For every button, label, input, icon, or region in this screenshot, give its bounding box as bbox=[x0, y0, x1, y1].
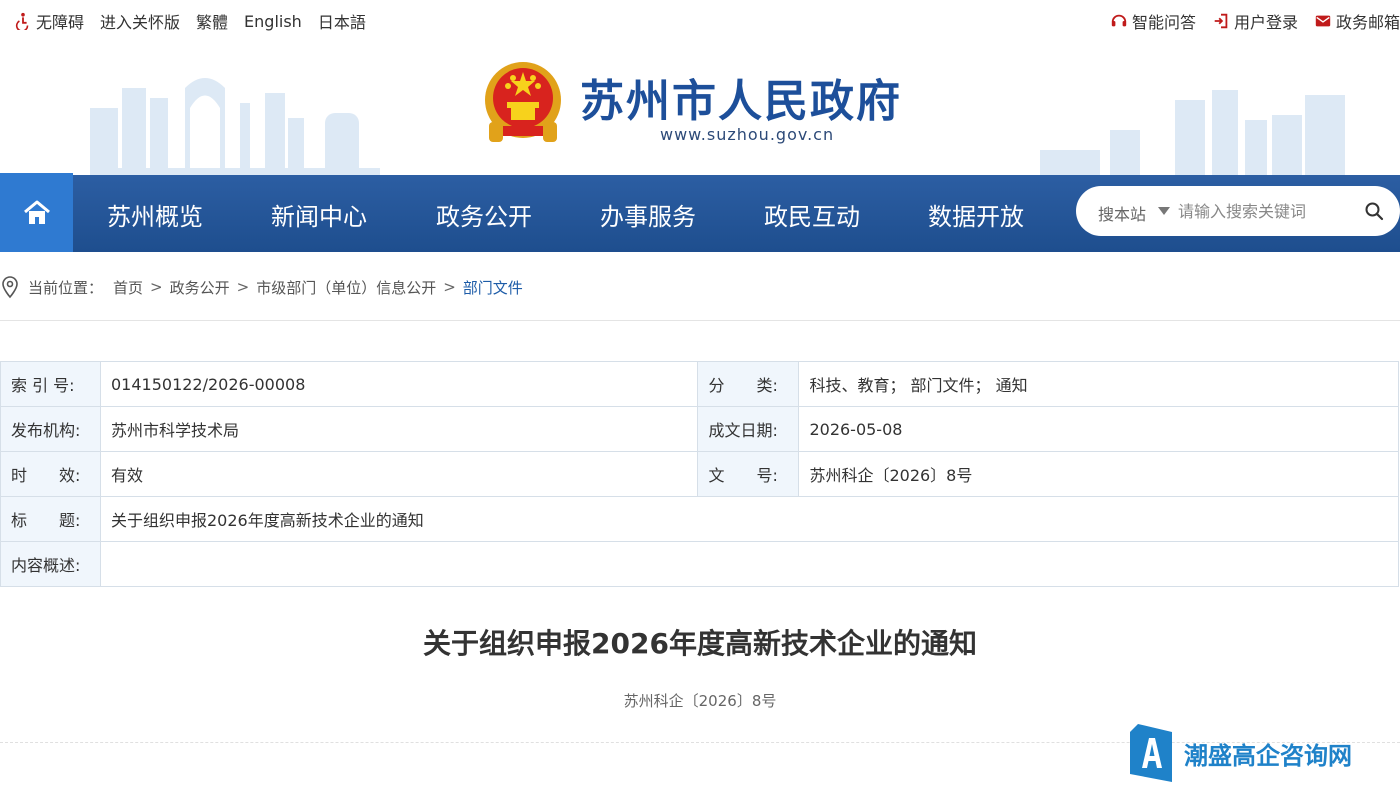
mail-link[interactable]: 政务邮箱 bbox=[1314, 9, 1400, 33]
japanese-link[interactable]: 日本語 bbox=[318, 9, 366, 33]
breadcrumb-item-department-info[interactable]: 市级部门（单位）信息公开 bbox=[256, 277, 436, 298]
table-row: 标 题: 关于组织申报2026年度高新技术企业的通知 bbox=[0, 496, 1400, 542]
smart-qa-link[interactable]: 智能问答 bbox=[1110, 9, 1196, 33]
search-box: 搜本站 bbox=[1076, 186, 1400, 236]
summary-value bbox=[99, 541, 1400, 587]
breadcrumb-label: 当前位置： bbox=[28, 278, 104, 297]
national-emblem-logo bbox=[485, 62, 561, 142]
breadcrumb: 当前位置： 首页 > 政务公开 > 市级部门（单位）信息公开 > 部门文件 bbox=[0, 275, 523, 299]
breadcrumb-separator: > bbox=[150, 278, 163, 296]
nav-item-open-data[interactable]: 数据开放 bbox=[928, 197, 1024, 232]
watermark: 潮盛高企咨询网 bbox=[1130, 724, 1352, 782]
index-number-key: 索 引 号: bbox=[0, 361, 101, 407]
login-link[interactable]: 用户登录 bbox=[1212, 9, 1298, 33]
search-scope-select[interactable]: 搜本站 bbox=[1098, 201, 1146, 225]
index-number-value: 014150122/2026-00008 bbox=[99, 361, 699, 407]
chevron-down-icon[interactable] bbox=[1158, 207, 1170, 215]
date-key: 成文日期: bbox=[697, 406, 800, 452]
breadcrumb-separator: > bbox=[236, 278, 250, 296]
elder-mode-link[interactable]: 进入关怀版 bbox=[100, 9, 180, 33]
breadcrumb-item-home[interactable]: 首页 bbox=[113, 277, 143, 298]
table-row: 索 引 号: 014150122/2026-00008 分 类: 科技、教育； … bbox=[0, 361, 1399, 407]
summary-key: 内容概述: bbox=[0, 541, 101, 587]
category-key: 分 类: bbox=[697, 361, 800, 407]
site-title[interactable]: 苏州市人民政府 bbox=[580, 65, 902, 129]
category-value: 科技、教育； 部门文件； 通知 bbox=[798, 361, 1399, 407]
publisher-key: 发布机构: bbox=[0, 406, 101, 452]
top-links-right: 智能问答 用户登录 政务邮箱 bbox=[1094, 9, 1400, 33]
english-link[interactable]: English bbox=[244, 12, 302, 31]
document-metadata-table: 索 引 号: 014150122/2026-00008 分 类: 科技、教育； … bbox=[0, 361, 1400, 587]
home-icon bbox=[23, 200, 50, 224]
nav-item-government-affairs[interactable]: 政务公开 bbox=[436, 197, 532, 232]
top-links-left: 无障碍 进入关怀版 繁體 English 日本語 bbox=[14, 9, 382, 33]
validity-value: 有效 bbox=[99, 451, 699, 497]
search-input[interactable] bbox=[1178, 196, 1358, 226]
nav-item-services[interactable]: 办事服务 bbox=[600, 197, 696, 232]
table-row: 内容概述: bbox=[0, 541, 1400, 587]
search-icon[interactable] bbox=[1364, 201, 1384, 221]
mail-label: 政务邮箱 bbox=[1335, 13, 1400, 32]
nav-item-interaction[interactable]: 政民互动 bbox=[764, 197, 860, 232]
city-skyline-left-illustration bbox=[90, 78, 380, 175]
smart-qa-label: 智能问答 bbox=[1131, 13, 1196, 32]
breadcrumb-separator: > bbox=[443, 278, 456, 296]
validity-key: 时 效: bbox=[0, 451, 101, 497]
login-label: 用户登录 bbox=[1233, 13, 1298, 32]
publisher-value: 苏州市科学技术局 bbox=[99, 406, 699, 452]
accessibility-link[interactable]: 无障碍 bbox=[36, 9, 84, 33]
header-banner: 苏州市人民政府 www.suzhou.gov.cn bbox=[0, 40, 1400, 175]
traditional-chinese-link[interactable]: 繁體 bbox=[196, 9, 228, 33]
accessibility-icon bbox=[15, 12, 29, 30]
top-utility-bar: 无障碍 进入关怀版 繁體 English 日本語 智能问答 用户登录 政务邮箱 bbox=[0, 0, 1400, 40]
nav-item-news-center[interactable]: 新闻中心 bbox=[271, 197, 367, 232]
home-button[interactable] bbox=[0, 173, 73, 252]
breadcrumb-item-gov-affairs[interactable]: 政务公开 bbox=[170, 277, 230, 298]
location-pin-icon bbox=[2, 276, 18, 299]
article-doc-number: 苏州科企〔2026〕8号 bbox=[623, 692, 777, 710]
table-row: 发布机构: 苏州市科学技术局 成文日期: 2026-05-08 bbox=[0, 406, 1399, 452]
mail-icon bbox=[1315, 15, 1331, 27]
breadcrumb-divider bbox=[0, 320, 1400, 321]
main-navigation: 苏州概览 新闻中心 政务公开 办事服务 政民互动 数据开放 搜本站 bbox=[0, 173, 1400, 252]
nav-item-suzhou-overview[interactable]: 苏州概览 bbox=[107, 197, 203, 232]
login-icon bbox=[1214, 13, 1228, 29]
title-value: 关于组织申报2026年度高新技术企业的通知 bbox=[99, 496, 1400, 542]
breadcrumb-item-department-docs[interactable]: 部门文件 bbox=[463, 277, 523, 298]
watermark-logo-icon bbox=[1130, 724, 1172, 782]
doc-number-key: 文 号: bbox=[697, 451, 800, 497]
table-row: 时 效: 有效 文 号: 苏州科企〔2026〕8号 bbox=[0, 451, 1399, 497]
title-key: 标 题: bbox=[0, 496, 101, 542]
city-skyline-right-illustration bbox=[1040, 90, 1345, 175]
doc-number-value: 苏州科企〔2026〕8号 bbox=[798, 451, 1399, 497]
watermark-text: 潮盛高企咨询网 bbox=[1184, 740, 1352, 770]
headset-icon bbox=[1111, 14, 1127, 27]
date-value: 2026-05-08 bbox=[798, 406, 1399, 452]
site-url: www.suzhou.gov.cn bbox=[660, 125, 835, 144]
article-title: 关于组织申报2026年度高新技术企业的通知 bbox=[423, 627, 977, 660]
